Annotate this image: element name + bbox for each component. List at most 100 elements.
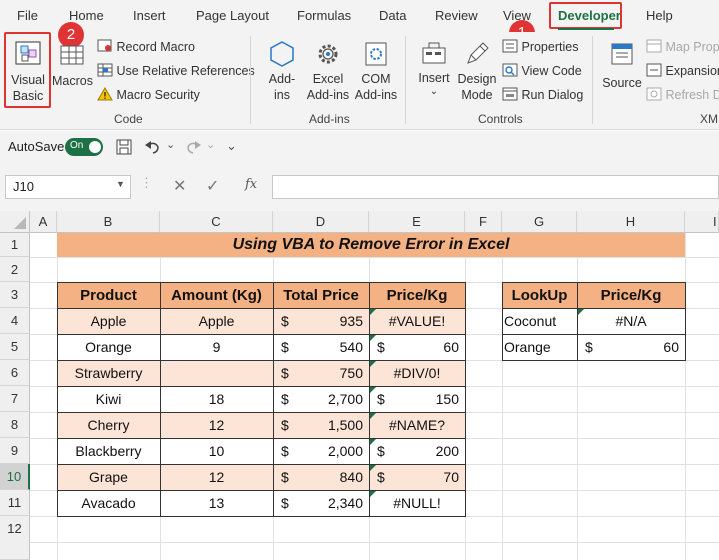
table-header[interactable]: Amount (Kg) bbox=[160, 282, 273, 308]
record-macro-button[interactable]: Record Macro bbox=[97, 39, 195, 55]
product-cell[interactable]: Strawberry bbox=[57, 360, 160, 386]
row-header-5[interactable]: 5 bbox=[0, 334, 30, 360]
view-code-button[interactable]: View Code bbox=[502, 63, 582, 79]
price-per-kg-cell[interactable]: $200 bbox=[369, 438, 465, 464]
formula-input[interactable] bbox=[272, 175, 719, 199]
sheet-title[interactable]: Using VBA to Remove Error in Excel bbox=[57, 233, 685, 257]
lookup-header[interactable]: LookUp bbox=[502, 282, 577, 308]
price-per-kg-error-cell[interactable]: #VALUE! bbox=[369, 308, 465, 334]
lookup-value-cell[interactable]: #N/A bbox=[577, 308, 685, 334]
column-header-h[interactable]: H bbox=[577, 211, 685, 233]
column-header-a[interactable]: A bbox=[30, 211, 57, 233]
row-header-12[interactable]: 12 bbox=[0, 516, 30, 560]
customize-qat-icon[interactable]: ⌄ bbox=[226, 138, 237, 154]
price-per-kg-error-cell[interactable]: #NAME? bbox=[369, 412, 465, 438]
amount-cell[interactable]: Apple bbox=[160, 308, 273, 334]
save-icon[interactable] bbox=[116, 139, 132, 155]
tab-home[interactable]: Home bbox=[69, 8, 104, 23]
refresh-data-button[interactable]: Refresh Da bbox=[646, 87, 719, 103]
row-header-11[interactable]: 11 bbox=[0, 490, 30, 516]
lookup-name-cell[interactable]: Coconut bbox=[502, 308, 577, 334]
column-header-b[interactable]: B bbox=[57, 211, 160, 233]
table-header[interactable]: Total Price bbox=[273, 282, 369, 308]
insert-function-icon[interactable]: fx bbox=[245, 177, 257, 192]
name-box-dropdown-icon[interactable]: ▼ bbox=[116, 179, 125, 189]
insert-control-button[interactable]: Insert ⌄ bbox=[413, 40, 455, 98]
name-box[interactable]: J10 ▼ bbox=[5, 175, 131, 199]
total-price-cell[interactable]: $540 bbox=[273, 334, 369, 360]
tab-insert[interactable]: Insert bbox=[133, 8, 166, 23]
tab-data[interactable]: Data bbox=[379, 8, 406, 23]
row-header-8[interactable]: 8 bbox=[0, 412, 30, 438]
row-header-2[interactable]: 2 bbox=[0, 257, 30, 282]
row-header-9[interactable]: 9 bbox=[0, 438, 30, 464]
tab-page-layout[interactable]: Page Layout bbox=[196, 8, 269, 23]
worksheet-grid[interactable]: A B C D E F G H I 1 2 3 4 5 6 7 8 9 10 1… bbox=[0, 211, 719, 560]
redo-dropdown-icon[interactable]: ⌄ bbox=[206, 138, 215, 151]
cancel-icon[interactable]: ✕ bbox=[173, 176, 186, 196]
tab-file[interactable]: File bbox=[17, 8, 38, 23]
select-all-corner[interactable] bbox=[0, 211, 30, 233]
lookup-header[interactable]: Price/Kg bbox=[577, 282, 685, 308]
tab-formulas[interactable]: Formulas bbox=[297, 8, 351, 23]
tab-help[interactable]: Help bbox=[646, 8, 673, 23]
total-price-cell[interactable]: $2,000 bbox=[273, 438, 369, 464]
com-add-ins-button[interactable]: COM Add-ins bbox=[352, 40, 400, 103]
row-header-6[interactable]: 6 bbox=[0, 360, 30, 386]
add-ins-button[interactable]: Add- ins bbox=[262, 40, 302, 103]
product-cell[interactable]: Apple bbox=[57, 308, 160, 334]
product-cell[interactable]: Blackberry bbox=[57, 438, 160, 464]
column-header-d[interactable]: D bbox=[273, 211, 369, 233]
tab-review[interactable]: Review bbox=[435, 8, 478, 23]
column-header-c[interactable]: C bbox=[160, 211, 273, 233]
source-button[interactable]: Source bbox=[600, 40, 644, 91]
map-properties-button[interactable]: Map Propert bbox=[646, 39, 719, 55]
total-price-cell[interactable]: $2,340 bbox=[273, 490, 369, 516]
amount-cell[interactable]: 18 bbox=[160, 386, 273, 412]
table-header[interactable]: Price/Kg bbox=[369, 282, 465, 308]
amount-cell[interactable]: 12 bbox=[160, 464, 273, 490]
row-header-7[interactable]: 7 bbox=[0, 386, 30, 412]
amount-cell[interactable]: 10 bbox=[160, 438, 273, 464]
amount-cell[interactable] bbox=[160, 360, 273, 386]
lookup-name-cell[interactable]: Orange bbox=[502, 334, 577, 360]
run-dialog-button[interactable]: Run Dialog bbox=[502, 87, 583, 103]
price-per-kg-cell[interactable]: $60 bbox=[369, 334, 465, 360]
price-per-kg-error-cell[interactable]: #DIV/0! bbox=[369, 360, 465, 386]
visual-basic-button[interactable]: Visual Basic bbox=[6, 36, 50, 108]
redo-icon[interactable] bbox=[184, 139, 202, 155]
product-cell[interactable]: Avacado bbox=[57, 490, 160, 516]
lookup-value-cell[interactable]: $60 bbox=[577, 334, 685, 360]
product-cell[interactable]: Cherry bbox=[57, 412, 160, 438]
undo-dropdown-icon[interactable]: ⌄ bbox=[166, 138, 175, 151]
column-header-g[interactable]: G bbox=[502, 211, 577, 233]
product-cell[interactable]: Grape bbox=[57, 464, 160, 490]
column-header-i[interactable]: I bbox=[685, 211, 719, 233]
expansion-packs-button[interactable]: Expansion bbox=[646, 63, 719, 79]
table-header[interactable]: Product bbox=[57, 282, 160, 308]
total-price-cell[interactable]: $840 bbox=[273, 464, 369, 490]
properties-button[interactable]: Properties bbox=[502, 39, 578, 55]
autosave-toggle[interactable]: On bbox=[65, 138, 103, 156]
undo-icon[interactable] bbox=[144, 139, 162, 155]
enter-check-icon[interactable]: ✓ bbox=[206, 176, 219, 196]
product-cell[interactable]: Orange bbox=[57, 334, 160, 360]
amount-cell[interactable]: 12 bbox=[160, 412, 273, 438]
total-price-cell[interactable]: $935 bbox=[273, 308, 369, 334]
amount-cell[interactable]: 13 bbox=[160, 490, 273, 516]
total-price-cell[interactable]: $2,700 bbox=[273, 386, 369, 412]
design-mode-button[interactable]: Design Mode bbox=[457, 40, 497, 103]
total-price-cell[interactable]: $750 bbox=[273, 360, 369, 386]
macro-security-button[interactable]: Macro Security bbox=[97, 87, 200, 103]
product-cell[interactable]: Kiwi bbox=[57, 386, 160, 412]
row-header-1[interactable]: 1 bbox=[0, 233, 30, 257]
use-relative-references-button[interactable]: Use Relative References bbox=[97, 63, 255, 79]
amount-cell[interactable]: 9 bbox=[160, 334, 273, 360]
price-per-kg-error-cell[interactable]: #NULL! bbox=[369, 490, 465, 516]
total-price-cell[interactable]: $1,500 bbox=[273, 412, 369, 438]
column-header-e[interactable]: E bbox=[369, 211, 465, 233]
macros-button[interactable]: Macros bbox=[52, 42, 93, 89]
price-per-kg-cell[interactable]: $150 bbox=[369, 386, 465, 412]
row-header-4[interactable]: 4 bbox=[0, 308, 30, 334]
row-header-3[interactable]: 3 bbox=[0, 282, 30, 308]
